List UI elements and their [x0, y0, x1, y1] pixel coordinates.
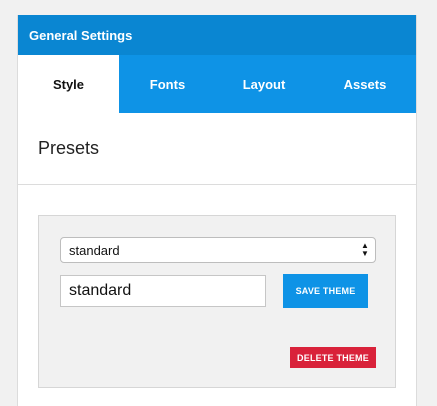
- tab-bar: Style Fonts Layout Assets: [18, 55, 416, 113]
- tab-fonts[interactable]: Fonts: [119, 55, 216, 113]
- delete-theme-button[interactable]: DELETE THEME: [290, 347, 376, 368]
- presets-box: standard ▲▼ SAVE THEME DELETE THEME: [38, 215, 396, 388]
- presets-title: Presets: [38, 138, 100, 158]
- save-theme-button[interactable]: SAVE THEME: [283, 274, 368, 308]
- presets-heading: Presets: [18, 113, 416, 185]
- theme-name-input[interactable]: [60, 275, 266, 307]
- tab-style[interactable]: Style: [18, 55, 119, 113]
- tab-layout[interactable]: Layout: [216, 55, 312, 113]
- preset-select-value: standard: [69, 242, 120, 258]
- preset-select[interactable]: standard ▲ ▼: [60, 237, 376, 263]
- panel-title: General Settings: [29, 27, 133, 43]
- settings-panel: General Settings Style Fonts Layout Asse…: [17, 15, 417, 406]
- panel-header: General Settings: [18, 15, 416, 55]
- tab-assets[interactable]: Assets: [312, 55, 416, 113]
- select-arrows-icon: ▲ ▼: [361, 241, 369, 258]
